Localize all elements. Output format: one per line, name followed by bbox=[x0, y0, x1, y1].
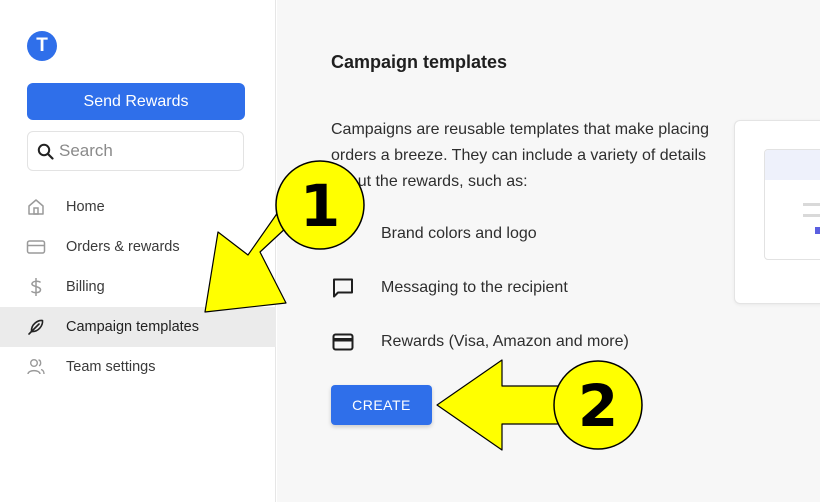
sidebar-item-team-settings[interactable]: Team settings bbox=[0, 347, 276, 387]
sidebar-item-label: Home bbox=[66, 199, 105, 215]
team-icon bbox=[26, 357, 46, 377]
dollar-icon bbox=[26, 277, 46, 297]
feature-label: Messaging to the recipient bbox=[381, 279, 568, 296]
feature-item: Rewards (Visa, Amazon and more) bbox=[331, 329, 629, 355]
sidebar: T Send Rewards Home Orders & rewards Bil… bbox=[0, 0, 276, 502]
message-icon bbox=[331, 276, 355, 300]
palette-icon bbox=[331, 222, 355, 246]
sidebar-item-label: Campaign templates bbox=[66, 319, 199, 335]
logo-letter: T bbox=[36, 35, 48, 56]
page-title: Campaign templates bbox=[331, 52, 508, 72]
feature-item: Brand colors and logo bbox=[331, 221, 537, 247]
sidebar-item-label: Team settings bbox=[66, 359, 156, 375]
preview-line bbox=[803, 203, 820, 206]
sidebar-item-billing[interactable]: Billing bbox=[0, 267, 276, 307]
feather-icon bbox=[26, 317, 46, 337]
feature-label: Brand colors and logo bbox=[381, 225, 537, 242]
feature-label: Rewards (Visa, Amazon and more) bbox=[381, 333, 629, 350]
credit-card-icon bbox=[331, 330, 355, 354]
sidebar-item-orders[interactable]: Orders & rewards bbox=[0, 227, 276, 267]
home-icon bbox=[26, 197, 46, 217]
template-preview-thumbnail bbox=[764, 149, 820, 260]
search-icon bbox=[37, 143, 54, 160]
search-box[interactable] bbox=[27, 131, 244, 171]
create-button[interactable]: CREATE bbox=[331, 385, 432, 425]
preview-line bbox=[803, 214, 820, 217]
preview-accent bbox=[815, 227, 820, 234]
page-description: Campaigns are reusable templates that ma… bbox=[331, 121, 709, 190]
sidebar-item-label: Orders & rewards bbox=[66, 239, 180, 255]
feature-item: Messaging to the recipient bbox=[331, 275, 568, 301]
sidebar-item-campaign-templates[interactable]: Campaign templates bbox=[0, 307, 276, 347]
app-logo[interactable]: T bbox=[27, 31, 57, 61]
preview-header bbox=[765, 150, 820, 180]
search-input[interactable] bbox=[59, 141, 229, 161]
send-rewards-button[interactable]: Send Rewards bbox=[27, 83, 245, 120]
sidebar-item-label: Billing bbox=[66, 279, 105, 295]
card-icon bbox=[26, 237, 46, 257]
sidebar-item-home[interactable]: Home bbox=[0, 187, 276, 227]
